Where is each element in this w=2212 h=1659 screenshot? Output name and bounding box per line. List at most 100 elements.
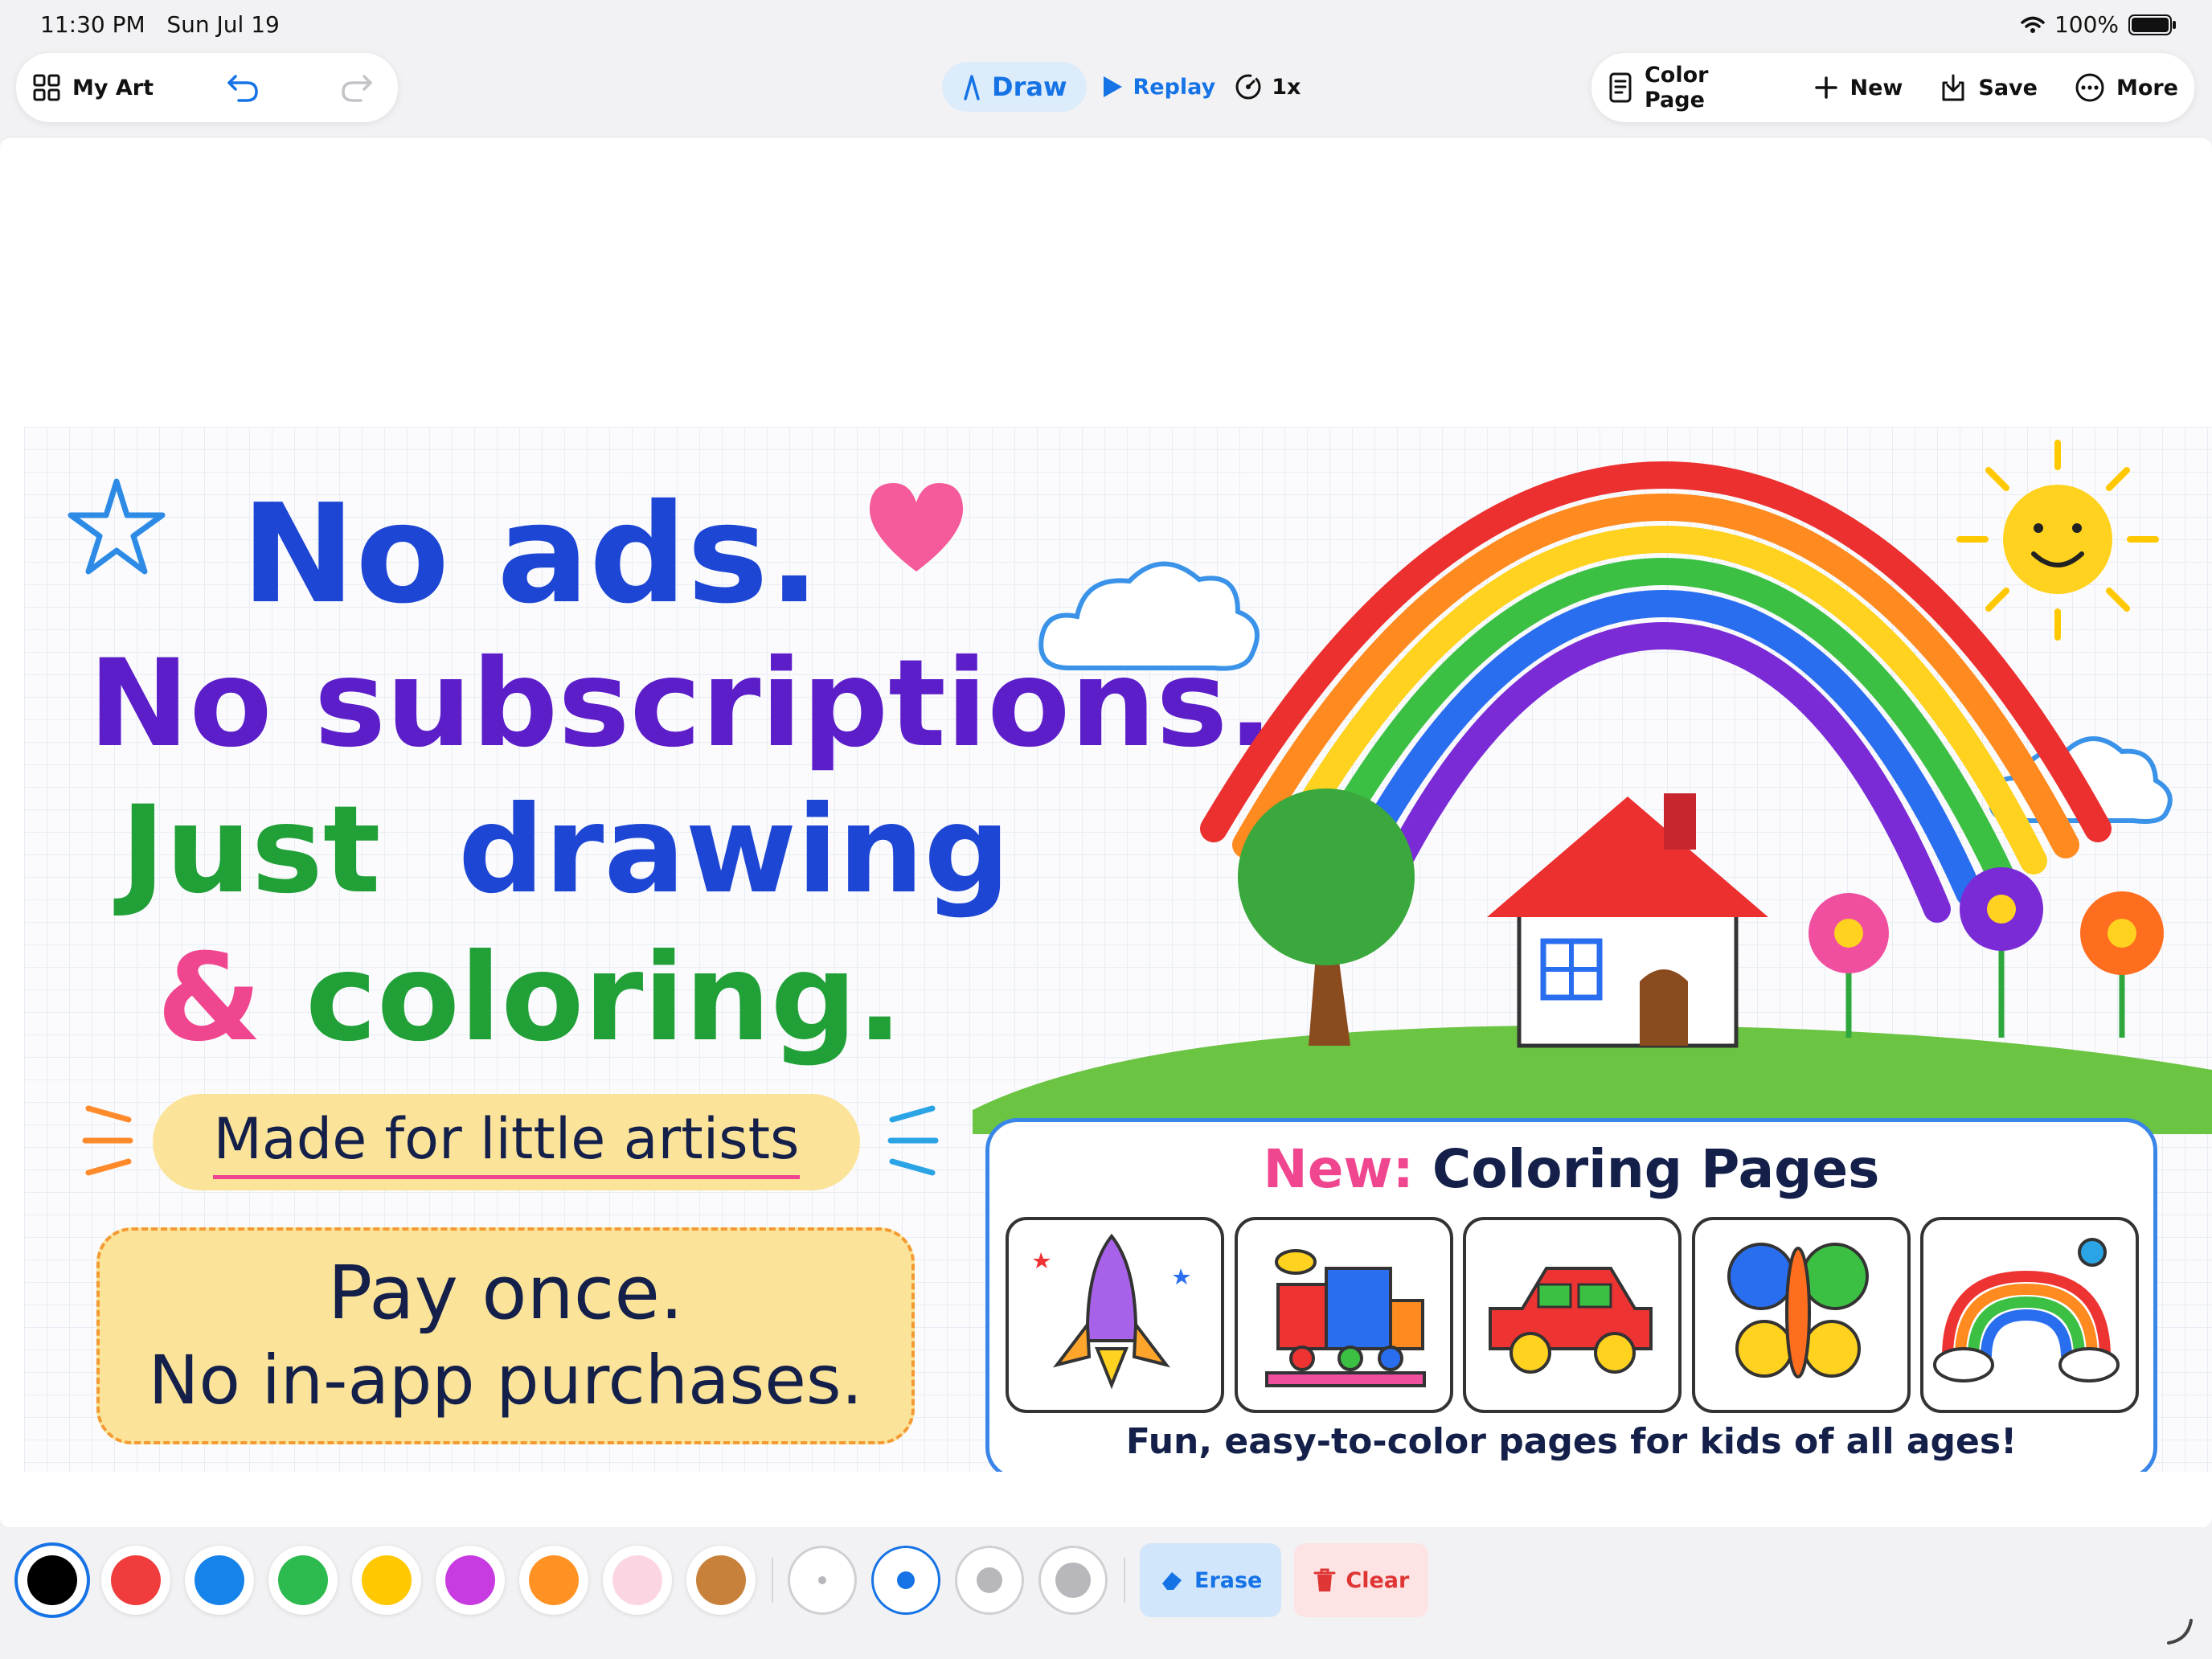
status-clock: 11:30 PM	[40, 11, 145, 38]
headline-coloring: coloring.	[305, 928, 903, 1068]
made-for-badge: Made for little artists	[153, 1094, 860, 1190]
butterfly-icon	[1727, 1243, 1869, 1378]
color-swatch[interactable]	[603, 1546, 672, 1615]
bottom-toolbar: Erase Clear	[0, 1527, 2212, 1659]
separator	[1124, 1558, 1125, 1603]
pencil-icon	[964, 75, 980, 100]
pay-once-badge: Pay once. No in-app purchases.	[96, 1227, 915, 1444]
color-swatch[interactable]	[18, 1546, 87, 1615]
star-doodle-icon	[68, 478, 166, 575]
trash-icon	[1313, 1568, 1336, 1591]
house-icon	[1487, 793, 1768, 1048]
cloud-icon	[1038, 561, 1260, 671]
coloring-pages-panel: New: Coloring Pages Fun, easy-to-color p…	[985, 1118, 2157, 1472]
wifi-icon	[2021, 16, 2045, 33]
color-page-button[interactable]: Color Page	[1591, 63, 1792, 113]
coloring-title-text: Coloring Pages	[1432, 1138, 1880, 1200]
coloring-card-rainbow	[1920, 1217, 2139, 1413]
brush-size-medium[interactable]	[871, 1546, 940, 1615]
headline-just: Just	[121, 780, 381, 920]
color-swatch-fill	[612, 1555, 662, 1605]
coloring-pages-title: New: Coloring Pages	[989, 1138, 2153, 1200]
drawing-canvas[interactable]: No ads. No subscriptions. Just drawing &…	[0, 137, 2212, 1529]
coloring-card-rocket	[1006, 1217, 1224, 1413]
page-icon	[1609, 72, 1632, 103]
brush-size-small[interactable]	[788, 1546, 857, 1615]
color-swatch[interactable]	[686, 1546, 756, 1615]
color-swatch[interactable]	[436, 1546, 505, 1615]
redo-button[interactable]	[324, 63, 390, 112]
color-swatch-fill	[362, 1555, 412, 1605]
separator	[772, 1558, 773, 1603]
replay-label: Replay	[1133, 74, 1216, 100]
replay-button[interactable]: Replay	[1101, 74, 1216, 100]
eraser-icon	[1162, 1572, 1182, 1590]
clear-label: Clear	[1346, 1567, 1410, 1593]
erase-label: Erase	[1194, 1567, 1263, 1593]
save-label: Save	[1978, 75, 2038, 100]
toolbar-right: Color Page New Save More	[1591, 53, 2194, 122]
more-button[interactable]: More	[2058, 63, 2194, 112]
color-swatch[interactable]	[519, 1546, 588, 1615]
rocket-icon	[1033, 1233, 1190, 1390]
grid-icon	[33, 74, 60, 101]
coloring-card-car	[1463, 1217, 1682, 1413]
redo-icon	[342, 75, 372, 102]
color-swatch-fill	[445, 1555, 495, 1605]
draw-label: Draw	[992, 72, 1067, 102]
more-label: More	[2116, 75, 2178, 100]
color-swatch-fill	[111, 1555, 161, 1605]
sun-icon	[1956, 440, 2159, 641]
clear-button[interactable]: Clear	[1294, 1543, 1429, 1617]
coloring-card-butterfly	[1691, 1217, 1911, 1413]
brush-size-large[interactable]	[955, 1546, 1024, 1615]
headline-drawing: drawing	[458, 780, 1010, 920]
speed-button[interactable]: 1x	[1230, 63, 1305, 111]
train-icon	[1264, 1249, 1426, 1387]
color-swatch[interactable]	[185, 1546, 254, 1615]
headline-ampersand: &	[157, 928, 262, 1068]
new-button[interactable]: New	[1797, 63, 1919, 112]
save-button[interactable]: Save	[1923, 63, 2054, 112]
undo-icon	[227, 75, 258, 102]
new-label: New	[1849, 75, 1903, 100]
color-swatch-fill	[27, 1555, 77, 1605]
toolbar-center: Draw Replay 1x	[942, 61, 1305, 113]
sparkle-right-icon	[887, 1105, 939, 1176]
status-date: Sun Jul 19	[166, 11, 280, 38]
color-page-label: Color Page	[1644, 63, 1709, 113]
no-iap-text: No in-app purchases.	[148, 1341, 863, 1419]
more-icon	[2075, 73, 2104, 102]
color-swatch-fill	[696, 1555, 746, 1605]
flower-icon	[1809, 867, 2164, 1038]
save-icon	[1942, 74, 1964, 101]
brush-size-xlarge[interactable]	[1038, 1546, 1108, 1615]
made-for-text: Made for little artists	[213, 1106, 800, 1179]
headline-no-ads: No ads.	[241, 475, 821, 634]
color-swatch[interactable]	[268, 1546, 338, 1615]
speedometer-icon	[1235, 74, 1261, 100]
battery-percent: 100%	[2054, 11, 2119, 38]
battery-icon	[2128, 14, 2176, 35]
plus-icon	[1814, 76, 1837, 99]
speed-label: 1x	[1272, 74, 1301, 100]
tree-icon	[1238, 789, 1415, 1046]
play-icon	[1103, 76, 1122, 97]
color-swatch[interactable]	[101, 1546, 170, 1615]
erase-button[interactable]: Erase	[1140, 1543, 1282, 1617]
rainbow-house-scene	[973, 440, 2212, 1134]
coloring-card-train	[1234, 1217, 1453, 1413]
rainbow-icon	[1933, 1238, 2120, 1382]
draw-mode-button[interactable]: Draw	[942, 62, 1087, 112]
new-tag: New:	[1263, 1138, 1414, 1200]
heart-doodle-icon	[869, 483, 964, 571]
resize-corner-icon	[2167, 1619, 2193, 1645]
car-icon	[1489, 1267, 1653, 1374]
undo-button[interactable]	[210, 63, 276, 112]
toolbar-left: My Art	[16, 53, 398, 122]
pay-once-text: Pay once.	[327, 1250, 684, 1336]
color-swatch[interactable]	[352, 1546, 421, 1615]
coloring-subtitle: Fun, easy-to-color pages for kids of all…	[1125, 1421, 2017, 1462]
artwork-image: No ads. No subscriptions. Just drawing &…	[24, 427, 2212, 1472]
my-art-button[interactable]: My Art	[16, 63, 170, 112]
